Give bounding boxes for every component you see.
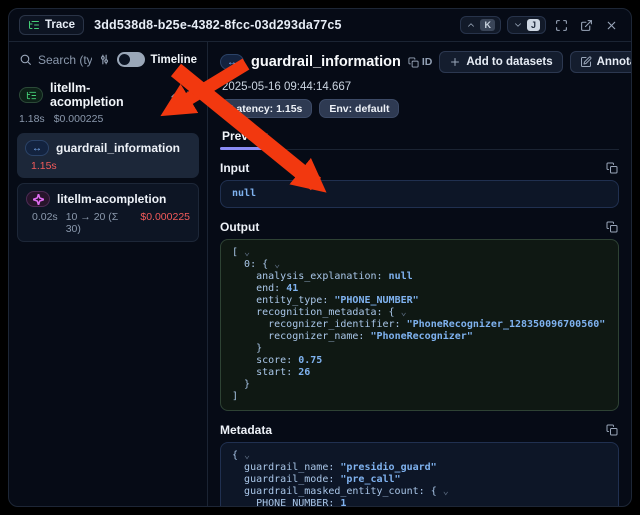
annotate-label: Annotate [597,56,631,68]
search-input[interactable] [38,53,92,67]
copy-metadata-button[interactable] [605,423,619,437]
tree-item-stats: 0.02s 10 → 20 (Σ 30) $0.000225 [26,207,190,235]
copy-icon [606,424,618,436]
observation-timestamp: 2025-05-16 09:44:14.667 [220,76,619,99]
annotate-split-button: Annotate [570,51,631,73]
root-cost: $0.000225 [54,113,104,125]
copy-icon [606,221,618,233]
add-to-datasets-button[interactable]: Add to datasets [439,51,562,73]
trace-node-icon [19,87,43,103]
tree-item-stats: 1.15s [25,156,191,172]
copy-input-button[interactable] [605,161,619,175]
observation-detail-panel: ↔ guardrail_information ID Add to datase… [208,42,631,507]
edit-pen-icon [580,56,592,68]
env-badge: Env: default [319,99,399,118]
item-cost: $0.000225 [140,211,190,235]
tree-item-row: ↔ guardrail_information [25,140,191,156]
metadata-section-label: Metadata [220,423,272,437]
copy-icon [408,57,419,68]
filter-sliders-icon[interactable] [98,53,111,66]
open-external-button[interactable] [577,16,596,35]
copy-icon [606,162,618,174]
plus-icon [449,56,461,68]
output-section-label: Output [220,220,259,234]
list-tree-icon [28,19,40,31]
latency-badge: Latency: 1.15s [220,99,312,118]
root-latency: 1.18s [19,113,45,125]
chevron-up-icon [466,20,476,30]
trace-detail-window: Trace 3dd538d8-b25e-4382-8fcc-03d293da77… [8,8,632,507]
screenshot-stage: Trace 3dd538d8-b25e-4382-8fcc-03d293da77… [0,0,640,515]
external-link-icon [580,19,593,32]
close-icon [605,19,618,32]
output-section: Output [ ⌄ 0: { ⌄ analysis_explanation: … [220,217,619,411]
trace-tree-sidebar: Timeline litellm-acompletion 1.18s $0.00… [9,42,208,507]
window-controls: K J [460,16,621,35]
observation-header: ↔ guardrail_information ID Add to datase… [220,48,619,76]
timeline-toggle-label: Timeline [151,54,197,66]
sparkle-glyph [33,194,44,205]
input-section: Input null [220,158,619,208]
trace-badge-label: Trace [45,19,75,31]
tree-toolbar: Timeline [17,50,199,77]
close-button[interactable] [602,16,621,35]
generation-sparkle-icon [26,191,50,207]
tree-root-label: litellm-acompletion [50,81,162,109]
input-json-viewer[interactable]: null [220,180,619,208]
tree-item-label: litellm-acompletion [57,192,166,206]
tree-item-litellm-acompletion[interactable]: litellm-acompletion 0.02s 10 → 20 (Σ 30)… [17,183,199,242]
observation-badges: Latency: 1.15s Env: default [220,99,619,126]
kbd-j: J [527,19,540,31]
chevron-down-icon [513,20,523,30]
detail-tabs: Preview [220,126,619,150]
annotate-button[interactable]: Annotate [571,52,631,72]
collapse-node-icon[interactable] [169,90,180,101]
timeline-toggle[interactable] [117,52,145,67]
prev-observation-button[interactable]: K [460,16,501,34]
item-tokens: 10 → 20 (Σ 30) [66,211,133,235]
tree-root-item[interactable]: litellm-acompletion [17,77,199,111]
add-to-datasets-label: Add to datasets [466,56,552,68]
span-icon: ↔ [25,140,49,156]
toggle-knob [119,54,130,65]
window-content: Timeline litellm-acompletion 1.18s $0.00… [9,42,631,507]
kbd-k: K [480,19,495,31]
span-icon: ↔ [220,54,244,70]
input-section-label: Input [220,161,249,175]
trace-id: 3dd538d8-b25e-4382-8fcc-03d293da77c5 [94,18,342,32]
metadata-json-viewer[interactable]: { ⌄ guardrail_name: "presidio_guard" gua… [220,442,619,507]
id-label: ID [422,56,433,68]
tree-item-row: litellm-acompletion [26,191,190,207]
item-latency: 1.15s [31,160,57,172]
copy-output-button[interactable] [605,220,619,234]
tab-preview[interactable]: Preview [220,126,269,149]
maximize-icon [555,19,568,32]
tree-item-guardrail-information[interactable]: ↔ guardrail_information 1.15s [17,133,199,178]
window-header: Trace 3dd538d8-b25e-4382-8fcc-03d293da77… [9,9,631,42]
copy-id-button[interactable]: ID [408,56,433,68]
item-latency: 0.02s [32,211,58,235]
tree-root-stats: 1.18s $0.000225 [17,111,199,133]
next-observation-button[interactable]: J [507,16,546,34]
observation-title: guardrail_information [251,54,401,70]
observation-actions: Add to datasets Annotate [439,50,631,74]
collapse-all-icon[interactable] [186,90,197,101]
metadata-section: Metadata { ⌄ guardrail_name: "presidio_g… [220,420,619,507]
search-icon [19,53,32,66]
tree-root-controls [169,90,197,101]
trace-type-badge: Trace [19,15,84,35]
list-tree-icon [26,90,37,101]
tree-item-label: guardrail_information [56,141,180,155]
output-json-viewer[interactable]: [ ⌄ 0: { ⌄ analysis_explanation: null en… [220,239,619,411]
maximize-button[interactable] [552,16,571,35]
